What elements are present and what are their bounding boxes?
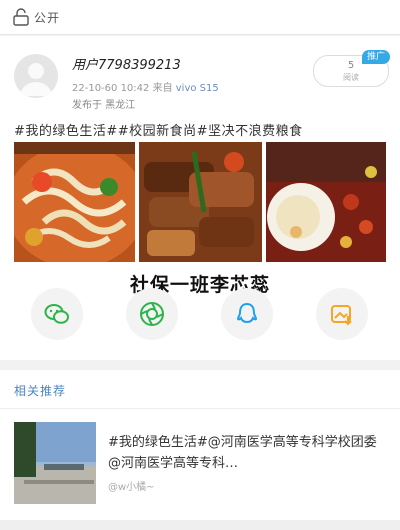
divider <box>0 408 400 409</box>
bottom-divider <box>0 520 400 530</box>
avatar[interactable] <box>14 54 58 98</box>
post-photo-ribs[interactable] <box>139 142 262 262</box>
related-section: 相关推荐 #我的绿色生活#@河南医学高等专科学校团委@河南医学高等专科… @w小… <box>0 370 400 530</box>
post-location: 发布于 黑龙江 <box>72 100 136 111</box>
unlock-icon <box>13 8 29 26</box>
section-title: 相关推荐 <box>14 384 67 398</box>
timestamp: 22-10-60 10:42 <box>72 83 150 94</box>
username[interactable]: 用户7798399213 <box>72 54 181 73</box>
qzone-icon <box>331 305 352 326</box>
recommend-source: @w小橘~ <box>108 482 155 493</box>
recommend-title[interactable]: #我的绿色生活#@河南医学高等专科学校团委@河南医学高等专科… <box>108 432 388 474</box>
moments-icon <box>140 302 164 326</box>
source-prefix: 来自 <box>152 83 173 94</box>
promo-badge: 推广 <box>362 50 390 64</box>
visibility-label[interactable]: 公开 <box>34 9 60 26</box>
post-card: 用户7798399213 22-10-60 10:42 来自 vivo S15 … <box>0 36 400 360</box>
top-bar: 公开 <box>0 0 400 35</box>
device-name: vivo S15 <box>175 83 219 94</box>
share-moments-button[interactable] <box>126 288 178 340</box>
qq-icon <box>236 302 258 324</box>
wechat-icon <box>44 304 69 324</box>
post-meta: 22-10-60 10:42 来自 vivo S15 <box>72 79 219 94</box>
share-wechat-button[interactable] <box>31 288 83 340</box>
recommend-thumbnail[interactable] <box>14 422 96 504</box>
post-tags[interactable]: #我的绿色生活##校园新食尚#坚决不浪费粮食 <box>14 120 303 139</box>
read-label: 阅读 <box>343 73 359 82</box>
default-avatar-icon <box>20 63 52 96</box>
share-qzone-button[interactable] <box>316 288 368 340</box>
post-photo-noodles[interactable] <box>14 142 135 262</box>
share-qq-button[interactable] <box>221 288 273 340</box>
post-photo-cake[interactable] <box>266 142 386 262</box>
